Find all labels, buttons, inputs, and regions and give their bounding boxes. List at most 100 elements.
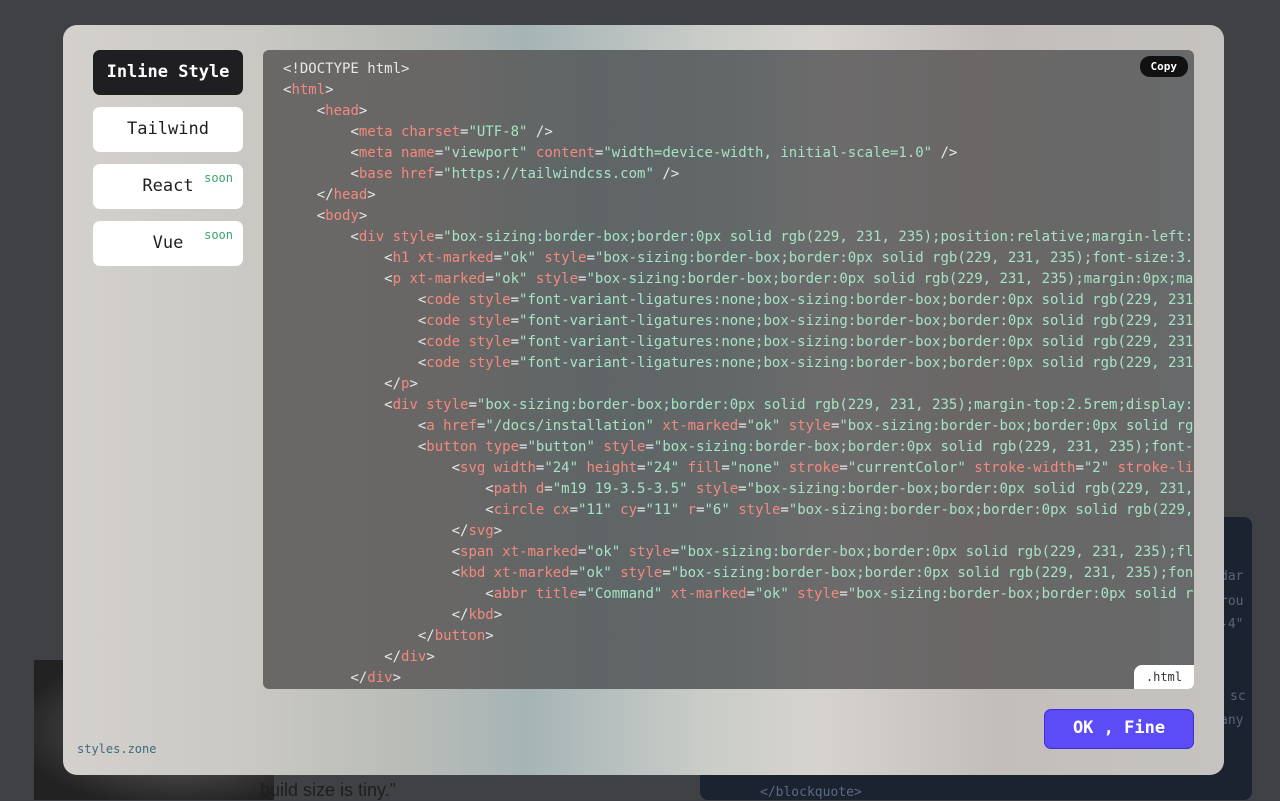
- code-token: "ok": [502, 250, 536, 266]
- tab-react[interactable]: React soon: [93, 164, 243, 209]
- code-token: <: [283, 250, 393, 266]
- code-token: "24": [645, 460, 680, 476]
- code-line: <div style="box-sizing:border-box;border…: [283, 227, 1194, 248]
- soon-badge: soon: [204, 171, 233, 185]
- code-token: "box-sizing:border-box;border:0px solid …: [653, 439, 1194, 455]
- code-token: >: [358, 208, 368, 224]
- code-token: xt-marked: [409, 250, 494, 266]
- code-token: xt-marked: [662, 586, 747, 602]
- code-token: >: [493, 523, 503, 539]
- tab-label: Inline Style: [106, 62, 230, 82]
- code-token: "box-sizing:border-box;border:0px solid …: [443, 229, 1194, 245]
- code-token: <: [283, 502, 494, 518]
- code-token: =: [434, 229, 444, 245]
- code-token: =: [493, 250, 503, 266]
- code-token: "font-variant-ligatures:none;box-sizing:…: [519, 334, 1194, 350]
- code-line: <code style="font-variant-ligatures:none…: [283, 353, 1194, 374]
- code-token: =: [510, 334, 520, 350]
- background-blockquote-text: </blockquote>: [760, 785, 862, 800]
- tab-label: Vue: [152, 233, 184, 253]
- code-token: />: [527, 124, 553, 140]
- code-token: =: [637, 460, 646, 476]
- code-token: "none": [729, 460, 781, 476]
- code-token: =: [738, 481, 747, 497]
- code-token: charset: [392, 124, 461, 140]
- code-token: "UTF-8": [468, 124, 528, 140]
- code-token: <: [283, 334, 427, 350]
- code-preview-panel[interactable]: <!DOCTYPE html> <html> <head> <meta chars…: [263, 50, 1194, 689]
- code-token: meta: [358, 124, 393, 140]
- code-line: </div>: [283, 668, 1194, 689]
- tab-tailwind[interactable]: Tailwind: [93, 107, 243, 152]
- code-token: </: [283, 376, 402, 392]
- code-token: />: [653, 166, 680, 182]
- code-token: "https://tailwindcss.com": [443, 166, 654, 182]
- soon-badge: soon: [204, 228, 233, 242]
- code-token: button: [434, 628, 486, 644]
- ok-fine-button[interactable]: OK , Fine: [1044, 709, 1194, 749]
- copy-button[interactable]: Copy: [1139, 56, 1188, 77]
- code-token: =: [645, 439, 654, 455]
- code-token: svg: [468, 523, 494, 539]
- code-token: style: [535, 250, 587, 266]
- code-token: <: [283, 229, 359, 245]
- tab-inline-style[interactable]: Inline Style: [93, 50, 243, 95]
- code-token: xt-marked: [485, 565, 570, 581]
- code-token: style: [611, 565, 663, 581]
- code-line: </kbd>: [283, 605, 1194, 626]
- code-token: div: [401, 649, 427, 665]
- code-token: =: [696, 502, 705, 518]
- code-line: <span xt-marked="ok" style="box-sizing:b…: [283, 542, 1194, 563]
- code-token: style: [620, 544, 671, 560]
- code-token: r: [679, 502, 697, 518]
- code-token: >: [325, 82, 334, 98]
- code-token: =: [746, 586, 756, 602]
- code-line: <path d="m19 19-3.5-3.5" style="box-sizi…: [283, 479, 1194, 500]
- code-token: width: [485, 460, 536, 476]
- code-token: "box-sizing:border-box;border:0px solid …: [594, 250, 1194, 266]
- code-token: =: [434, 166, 444, 182]
- code-token: style: [460, 355, 511, 371]
- code-line: <head>: [283, 101, 1194, 122]
- code-token: style: [460, 313, 511, 329]
- code-line: <h1 xt-marked="ok" style="box-sizing:bor…: [283, 248, 1194, 269]
- format-tabs: Inline Style Tailwind React soon Vue soo…: [93, 50, 243, 278]
- code-token: abbr: [493, 586, 528, 602]
- code-token: head: [333, 187, 368, 203]
- code-token: a: [426, 418, 435, 434]
- code-token: "ok": [578, 565, 612, 581]
- code-token: "11": [578, 502, 612, 518]
- code-token: h1: [392, 250, 410, 266]
- code-token: button: [426, 439, 477, 455]
- code-token: "m19 19-3.5-3.5": [552, 481, 688, 497]
- code-token: =: [1075, 460, 1084, 476]
- code-token: name: [392, 145, 435, 161]
- code-token: code: [426, 334, 461, 350]
- code-token: </: [283, 628, 435, 644]
- code-token: "24": [544, 460, 579, 476]
- code-token: =: [586, 250, 595, 266]
- code-token: style: [594, 439, 646, 455]
- code-token: =: [510, 292, 520, 308]
- code-token: "currentColor": [847, 460, 966, 476]
- code-line: </p>: [283, 374, 1194, 395]
- code-line: <code style="font-variant-ligatures:none…: [283, 290, 1194, 311]
- code-token: kbd: [460, 565, 486, 581]
- code-token: div: [358, 229, 385, 245]
- code-token: >: [367, 187, 376, 203]
- code-token: =: [780, 502, 789, 518]
- code-line: <a href="/docs/installation" xt-marked="…: [283, 416, 1194, 437]
- code-token: =: [468, 397, 477, 413]
- code-token: =: [670, 544, 680, 560]
- code-token: base: [358, 166, 393, 182]
- code-token: code: [426, 355, 461, 371]
- code-line: </head>: [283, 185, 1194, 206]
- background-code-text: sc: [1230, 689, 1246, 704]
- code-token: "box-sizing:border-box;border:0px solid …: [679, 544, 1194, 560]
- code-token: =: [510, 355, 520, 371]
- code-token: "box-sizing:border-box;border:0px solid …: [847, 586, 1194, 602]
- code-token: >: [485, 628, 494, 644]
- code-token: <: [283, 418, 427, 434]
- tab-vue[interactable]: Vue soon: [93, 221, 243, 266]
- code-token: circle: [493, 502, 545, 518]
